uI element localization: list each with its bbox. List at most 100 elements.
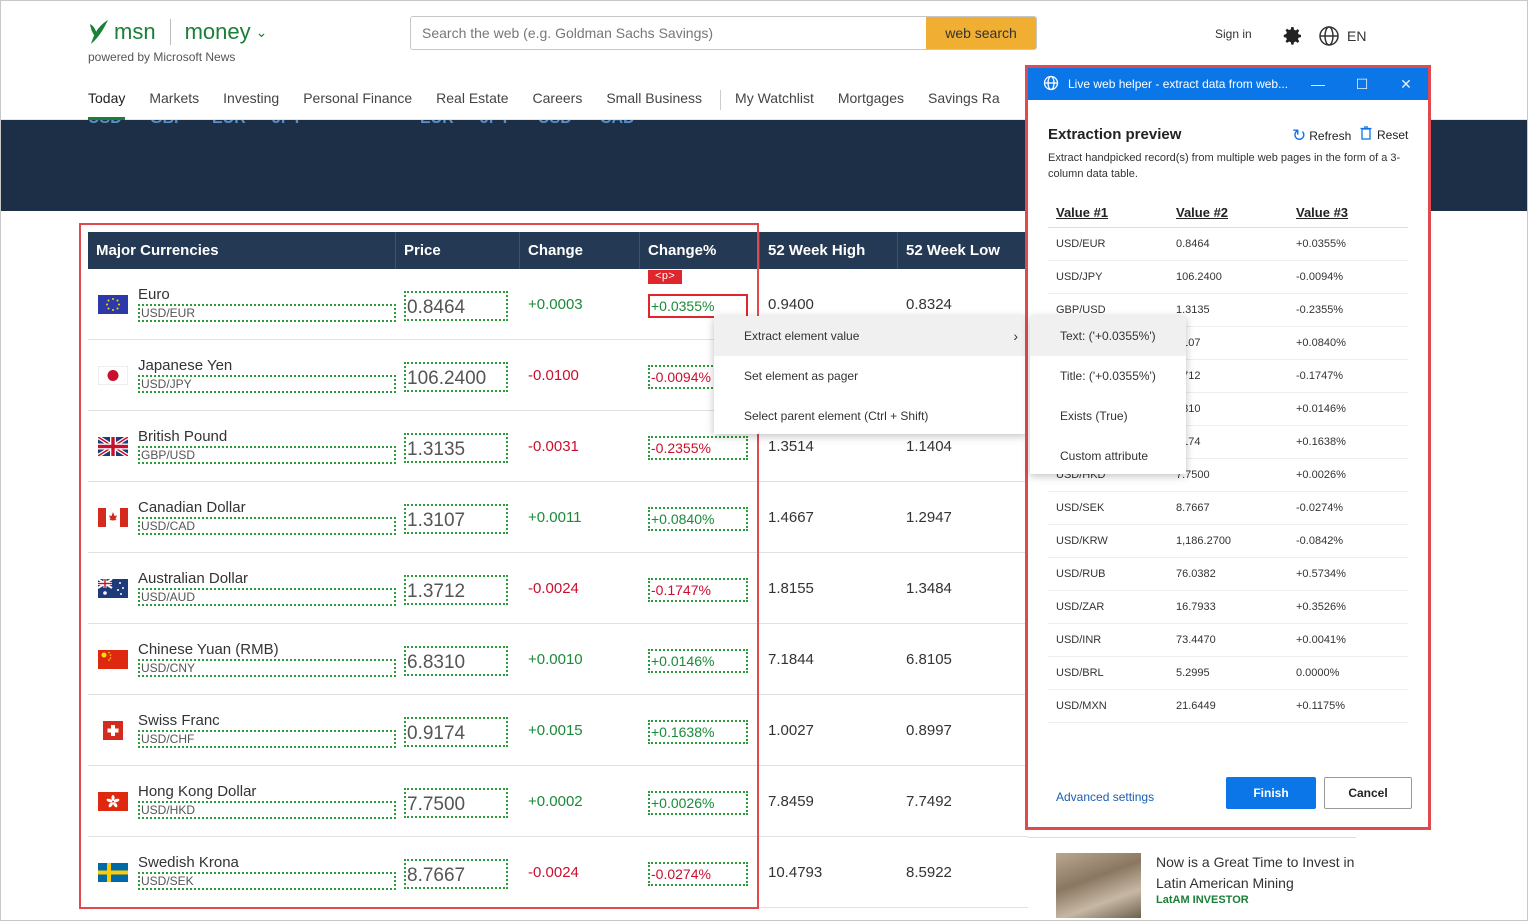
nav-today[interactable]: Today xyxy=(88,90,126,120)
submenu-title-value[interactable]: Title: ('+0.0355%') xyxy=(1030,356,1186,396)
search-input[interactable] xyxy=(411,17,926,49)
language-selector[interactable]: EN xyxy=(1347,28,1366,44)
currency-code[interactable]: USD/AUD xyxy=(138,588,396,606)
brand-msn: msn xyxy=(114,19,156,44)
nav-savings-rates[interactable]: Savings Ra xyxy=(928,90,1000,110)
currency-code[interactable]: USD/JPY xyxy=(138,375,396,393)
change-pct-value[interactable]: +0.0146% xyxy=(648,649,748,673)
submenu-exists[interactable]: Exists (True) xyxy=(1030,396,1186,436)
web-search-button[interactable]: web search xyxy=(926,17,1036,49)
currency-names: Swedish Krona USD/SEK xyxy=(138,854,396,890)
change-pct-value[interactable]: +0.0026% xyxy=(648,791,748,815)
header-major-currencies[interactable]: Major Currencies xyxy=(88,232,396,269)
close-icon[interactable]: ✕ xyxy=(1384,76,1428,93)
nav-mortgages[interactable]: Mortgages xyxy=(838,90,904,110)
currency-name[interactable]: British Pound xyxy=(138,428,396,445)
gear-icon[interactable] xyxy=(1280,24,1304,53)
nav-investing[interactable]: Investing xyxy=(223,90,279,110)
extraction-cell: 3712 xyxy=(1176,370,1201,382)
refresh-button[interactable]: ↻ Refresh xyxy=(1292,126,1351,146)
column-value-1[interactable]: Value #1 xyxy=(1048,205,1168,220)
submenu-text-value[interactable]: Text: ('+0.0355%') xyxy=(1030,316,1186,356)
currency-name[interactable]: Euro xyxy=(138,286,396,303)
currency-code[interactable]: USD/SEK xyxy=(138,872,396,890)
currency-name[interactable]: Hong Kong Dollar xyxy=(138,783,396,800)
table-row[interactable]: Hong Kong Dollar USD/HKD 7.7500 +0.0002 +0.0… xyxy=(88,766,1028,837)
change-pct-value[interactable]: +0.0355% xyxy=(648,294,748,318)
submenu-custom-attribute[interactable]: Custom attribute xyxy=(1030,436,1186,476)
chevron-right-icon: › xyxy=(1013,328,1018,344)
chevron-down-icon[interactable]: ⌄ xyxy=(256,24,268,41)
flag-cn-icon xyxy=(98,649,128,669)
currency-code[interactable]: USD/EUR xyxy=(138,304,396,322)
currency-code[interactable]: USD/CAD xyxy=(138,517,396,535)
currency-name[interactable]: Australian Dollar xyxy=(138,570,396,587)
extraction-description: Extract handpicked record(s) from multip… xyxy=(1048,152,1401,180)
price-value[interactable]: 106.2400 xyxy=(404,362,508,392)
nav-small-business[interactable]: Small Business xyxy=(606,90,702,110)
menu-set-element-as-pager[interactable]: Set element as pager xyxy=(714,356,1026,396)
table-row[interactable]: Swedish Krona USD/SEK 8.7667 -0.0024 -0.0274… xyxy=(88,837,1028,908)
menu-extract-element-value[interactable]: Extract element value › xyxy=(714,316,1026,356)
header-52-week-low[interactable]: 52 Week Low xyxy=(898,232,1028,269)
currency-code[interactable]: USD/HKD xyxy=(138,801,396,819)
table-row[interactable]: Canadian Dollar USD/CAD 1.3107 +0.0011 +0.08… xyxy=(88,482,1028,553)
advanced-settings-link[interactable]: Advanced settings xyxy=(1056,790,1154,804)
currency-name[interactable]: Swedish Krona xyxy=(138,854,396,871)
currency-name-cell: Swiss Franc USD/CHF xyxy=(88,712,396,748)
currency-name[interactable]: Chinese Yuan (RMB) xyxy=(138,641,396,658)
header-change-pct[interactable]: Change% xyxy=(640,232,760,269)
currency-name[interactable]: Swiss Franc xyxy=(138,712,396,729)
change-value: -0.0024 xyxy=(528,863,579,881)
currency-code[interactable]: USD/CHF xyxy=(138,730,396,748)
currency-code[interactable]: GBP/USD xyxy=(138,446,396,464)
price-value[interactable]: 1.3135 xyxy=(404,433,508,463)
currency-code[interactable]: USD/CNY xyxy=(138,659,396,677)
reset-button[interactable]: Reset xyxy=(1360,126,1408,143)
extraction-cell: 7.7500 xyxy=(1176,469,1210,481)
column-value-2[interactable]: Value #2 xyxy=(1168,205,1288,220)
header-52-week-high[interactable]: 52 Week High xyxy=(760,232,898,269)
banner-tick: USD xyxy=(538,120,572,128)
extraction-cell: USD/EUR xyxy=(1056,238,1106,250)
header-change[interactable]: Change xyxy=(520,232,640,269)
price-value[interactable]: 7.7500 xyxy=(404,788,508,818)
change-pct-value[interactable]: +0.0840% xyxy=(648,507,748,531)
news-title[interactable]: Now is a Great Time to Invest in Latin A… xyxy=(1156,852,1356,894)
sign-in-link[interactable]: Sign in xyxy=(1215,27,1252,41)
globe-icon xyxy=(1043,75,1059,94)
table-row[interactable]: Australian Dollar USD/AUD 1.3712 -0.0024 -0.… xyxy=(88,553,1028,624)
price-value[interactable]: 6.8310 xyxy=(404,646,508,676)
change-pct-value[interactable]: -0.0274% xyxy=(648,862,748,886)
table-row[interactable]: Swiss Franc USD/CHF 0.9174 +0.0015 +0.1638% 1… xyxy=(88,695,1028,766)
column-value-3[interactable]: Value #3 xyxy=(1288,205,1408,220)
globe-icon[interactable] xyxy=(1318,25,1340,52)
price-value[interactable]: 1.3712 xyxy=(404,575,508,605)
nav-my-watchlist[interactable]: My Watchlist xyxy=(735,90,814,110)
change-pct-value[interactable]: -0.2355% xyxy=(648,436,748,460)
nav-markets[interactable]: Markets xyxy=(149,90,199,110)
currency-name[interactable]: Canadian Dollar xyxy=(138,499,396,516)
price-value[interactable]: 0.8464 xyxy=(404,291,508,321)
change-pct-value[interactable]: -0.1747% xyxy=(648,578,748,602)
extraction-cell: 1,186.2700 xyxy=(1176,535,1232,547)
cancel-button[interactable]: Cancel xyxy=(1324,777,1412,809)
price-value[interactable]: 1.3107 xyxy=(404,504,508,534)
menu-select-parent-element[interactable]: Select parent element (Ctrl + Shift) xyxy=(714,396,1026,436)
nav-careers[interactable]: Careers xyxy=(533,90,583,110)
nav-personal-finance[interactable]: Personal Finance xyxy=(303,90,412,110)
msn-money-logo[interactable]: msn money ⌄ xyxy=(88,18,267,46)
reset-label: Reset xyxy=(1377,127,1409,142)
price-value[interactable]: 8.7667 xyxy=(404,859,508,889)
news-thumbnail[interactable] xyxy=(1056,853,1141,918)
price-value[interactable]: 0.9174 xyxy=(404,717,508,747)
finish-button[interactable]: Finish xyxy=(1226,777,1316,809)
table-header: Major Currencies Price Change Change% 52… xyxy=(88,232,1028,269)
nav-real-estate[interactable]: Real Estate xyxy=(436,90,508,110)
header-price[interactable]: Price xyxy=(396,232,520,269)
change-pct-value[interactable]: +0.1638% xyxy=(648,720,748,744)
minimize-icon[interactable]: — xyxy=(1296,76,1340,92)
table-row[interactable]: Chinese Yuan (RMB) USD/CNY 6.8310 +0.0010 +0… xyxy=(88,624,1028,695)
currency-name[interactable]: Japanese Yen xyxy=(138,357,396,374)
maximize-icon[interactable]: ☐ xyxy=(1340,76,1384,93)
